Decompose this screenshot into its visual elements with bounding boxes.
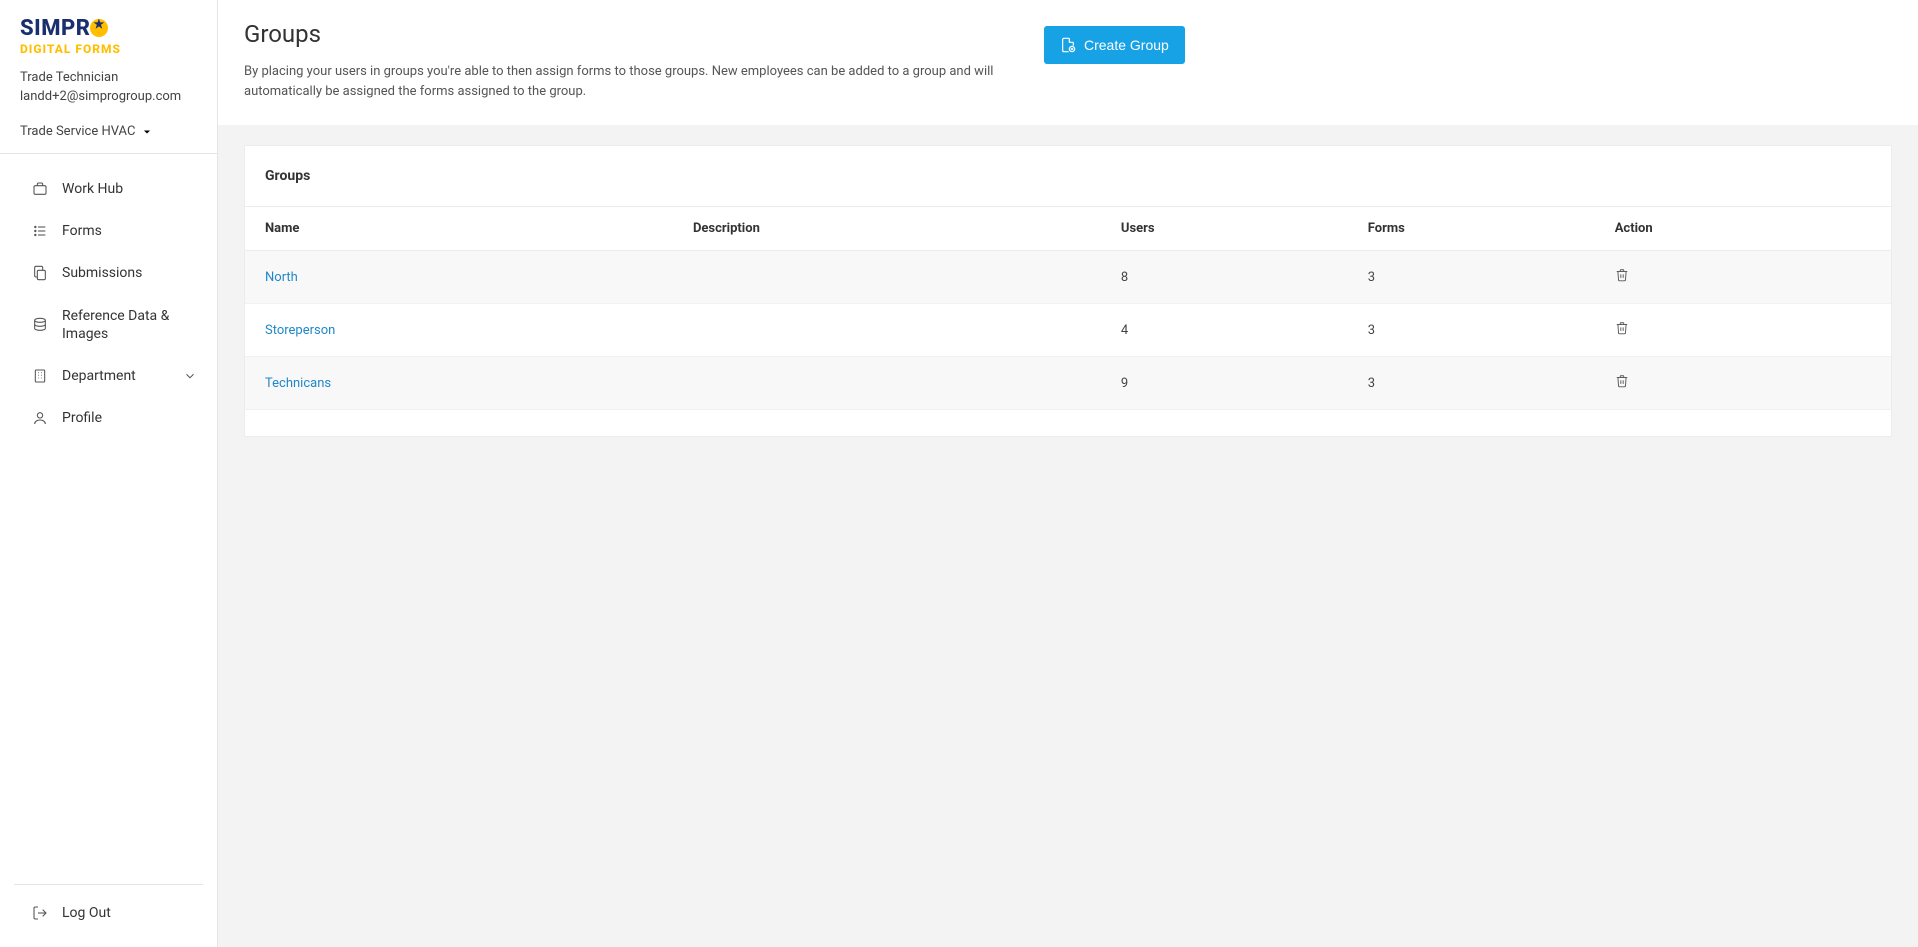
trash-icon[interactable] [1615,320,1629,336]
sidebar-item-work-hub[interactable]: Work Hub [0,168,217,210]
group-users: 8 [1101,251,1348,304]
create-group-label: Create Group [1084,37,1169,53]
brand-line2: DIGITAL FORMS [20,42,197,56]
sidebar: SIMPR DIGITAL FORMS Trade Technician lan… [0,0,218,947]
group-link[interactable]: Technicans [265,376,331,391]
sidebar-nav: Work Hub Forms Submissions Reference Dat… [0,154,217,884]
trash-icon[interactable] [1615,373,1629,389]
logout-label: Log Out [62,905,111,921]
building-icon [32,368,48,384]
sidebar-item-reference-data[interactable]: Reference Data & Images [0,295,217,355]
main: Groups By placing your users in groups y… [218,0,1918,947]
sidebar-item-label: Forms [62,222,197,240]
logout-button[interactable]: Log Out [14,893,203,933]
sidebar-item-label: Submissions [62,264,197,282]
group-users: 9 [1101,357,1348,410]
table-row: North 8 3 [245,251,1891,304]
user-role: Trade Technician [20,70,197,85]
group-description [673,251,1101,304]
trash-icon[interactable] [1615,267,1629,283]
page-header: Groups By placing your users in groups y… [218,0,1918,125]
group-link[interactable]: Storeperson [265,323,335,338]
panel-spacer [245,410,1891,436]
col-name: Name [245,207,673,251]
logout-icon [32,905,48,921]
copy-icon [32,265,48,281]
group-users: 4 [1101,304,1348,357]
org-picker[interactable]: Trade Service HVAC [20,124,153,139]
sidebar-item-label: Department [62,367,169,385]
chevron-down-icon [183,369,197,383]
col-action: Action [1595,207,1891,251]
col-users: Users [1101,207,1348,251]
sidebar-item-label: Reference Data & Images [62,307,197,343]
database-icon [32,317,48,333]
group-forms: 3 [1348,251,1595,304]
table-header-row: Name Description Users Forms Action [245,207,1891,251]
group-forms: 3 [1348,304,1595,357]
user-email: landd+2@simprogroup.com [20,89,197,104]
groups-table: Name Description Users Forms Action Nort… [245,207,1891,410]
panel-title: Groups [245,146,1891,207]
user-icon [32,410,48,426]
group-link[interactable]: North [265,270,298,285]
create-group-button[interactable]: Create Group [1044,26,1185,64]
content: Groups Name Description Users Forms Acti… [218,125,1918,457]
document-plus-icon [1060,36,1076,54]
star-icon [90,19,108,37]
chevron-down-icon [141,126,153,138]
table-row: Technicans 9 3 [245,357,1891,410]
sidebar-item-forms[interactable]: Forms [0,210,217,252]
sidebar-footer: Log Out [14,884,203,947]
groups-panel: Groups Name Description Users Forms Acti… [244,145,1892,437]
brand-logo: SIMPR [20,18,197,40]
org-name: Trade Service HVAC [20,124,135,139]
group-description [673,304,1101,357]
briefcase-icon [32,181,48,197]
sidebar-item-profile[interactable]: Profile [0,397,217,439]
group-description [673,357,1101,410]
page-header-left: Groups By placing your users in groups y… [244,20,1024,101]
page-title: Groups [244,20,1024,48]
col-forms: Forms [1348,207,1595,251]
sidebar-item-submissions[interactable]: Submissions [0,252,217,294]
list-icon [32,223,48,239]
sidebar-item-department[interactable]: Department [0,355,217,397]
sidebar-item-label: Work Hub [62,180,197,198]
page-subtitle: By placing your users in groups you're a… [244,62,1024,101]
sidebar-item-label: Profile [62,409,197,427]
col-description: Description [673,207,1101,251]
sidebar-header: SIMPR DIGITAL FORMS Trade Technician lan… [0,0,217,154]
brand-line1: SIMPR [20,16,90,41]
table-row: Storeperson 4 3 [245,304,1891,357]
group-forms: 3 [1348,357,1595,410]
